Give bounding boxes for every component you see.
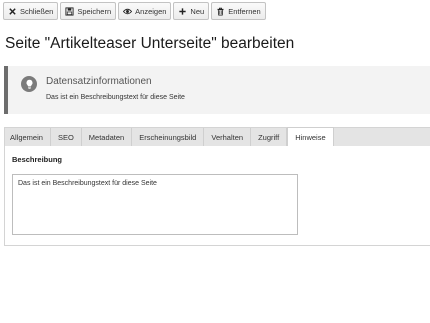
save-button[interactable]: Speichern [60,2,117,20]
description-textarea[interactable]: Das ist ein Beschreibungstext für diese … [12,174,298,235]
page-title: Seite "Artikelteaser Unterseite" bearbei… [5,35,295,52]
close-icon [8,7,17,16]
toolbar: Schließen Speichern Anzeigen Neu Entfern… [0,0,430,22]
save-icon [65,6,74,16]
delete-button-label: Entfernen [228,6,261,16]
record-info-box: Datensatzinformationen Das ist ein Besch… [4,66,430,114]
lightbulb-icon [21,76,37,92]
tab-allgemein[interactable]: Allgemein [5,128,51,146]
description-label: Beschreibung [12,155,63,164]
view-button[interactable]: Anzeigen [118,2,172,20]
tab-verhalten[interactable]: Verhalten [204,128,252,146]
tab-hinweise[interactable]: Hinweise [287,127,334,147]
info-box-text: Das ist ein Beschreibungstext für diese … [46,94,185,101]
tab-bar: Allgemein SEO Metadaten Erscheinungsbild… [4,127,430,147]
plus-icon [178,7,187,16]
close-button-label: Schließen [20,6,54,16]
eye-icon [123,7,133,16]
save-button-label: Speichern [77,6,112,16]
tab-metadaten[interactable]: Metadaten [82,128,133,146]
new-button[interactable]: Neu [173,2,210,20]
view-button-label: Anzeigen [135,6,167,16]
info-box-title: Datensatzinformationen [46,76,152,87]
tab-panel-hinweise: Beschreibung Das ist ein Beschreibungste… [4,146,430,246]
close-button[interactable]: Schließen [3,2,59,20]
tab-zugriff[interactable]: Zugriff [251,128,288,146]
delete-button[interactable]: Entfernen [211,2,266,20]
tab-seo[interactable]: SEO [51,128,82,146]
trash-icon [216,7,225,16]
tab-erscheinungsbild[interactable]: Erscheinungsbild [132,128,205,146]
new-button-label: Neu [190,6,205,16]
